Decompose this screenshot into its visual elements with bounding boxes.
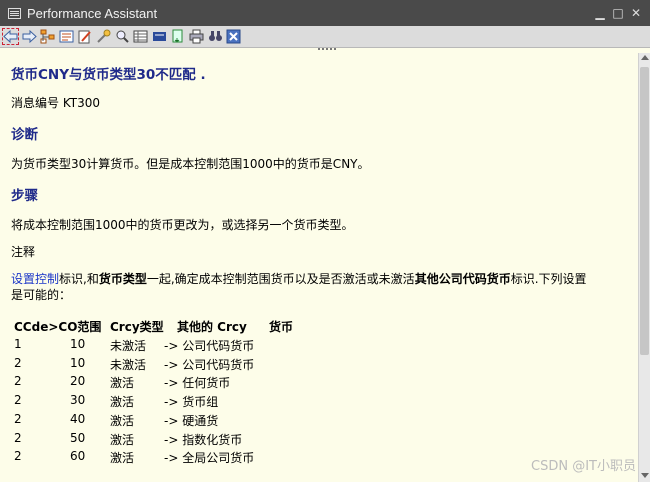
message-number: 消息编号 KT300 (11, 96, 100, 110)
table-cell: 10 (70, 337, 86, 351)
diagnosis-heading: 诊断 (11, 127, 38, 143)
toolbar (0, 26, 650, 48)
table-cell: 1 (14, 337, 22, 351)
table-cell: 未激活 (110, 357, 147, 372)
message-title: 货币CNY与货币类型30不匹配 . (11, 67, 206, 83)
resize-grip[interactable] (318, 48, 340, 52)
table-cell: 20 (70, 374, 86, 389)
binoculars-icon[interactable] (207, 28, 224, 45)
flag-icon[interactable] (151, 28, 168, 45)
settings-control-link[interactable]: 设置控制 (11, 272, 59, 286)
forward-arrow-icon[interactable] (21, 28, 38, 45)
title-bar: Performance Assistant ▁ □ ✕ (0, 0, 650, 26)
table-cell: 2 (14, 355, 22, 370)
document-icon[interactable] (169, 28, 186, 45)
table-cell: 40 (70, 411, 86, 426)
table-cell: 30 (70, 393, 86, 408)
close-window-button[interactable]: ✕ (630, 6, 642, 20)
tools-icon[interactable] (95, 28, 112, 45)
header-crcy-type: Crcy类型 (110, 320, 164, 334)
table-cell: 激活 (110, 451, 135, 466)
table-cell: 60 (70, 449, 86, 464)
table-cell: 2 (14, 411, 22, 426)
table-cell: 激活 (110, 413, 135, 428)
window-icon (8, 7, 21, 19)
table-cell: -> 指数化货币 (164, 432, 243, 447)
edit-icon[interactable] (76, 28, 93, 45)
table-cell: 激活 (110, 376, 135, 391)
vertical-scrollbar[interactable] (638, 53, 650, 482)
note-line-2: 是可能的： (11, 288, 72, 302)
table-cell: 2 (14, 430, 22, 445)
message-content: 货币CNY与货币类型30不匹配 . 消息编号 KT300 诊断 为货币类型30计… (0, 53, 638, 482)
table-cell: 2 (14, 393, 22, 408)
header-ccde-co: CCde>CO范围 (14, 320, 102, 334)
header-currency: 货币 (269, 320, 294, 334)
tree-icon[interactable] (58, 28, 75, 45)
scroll-thumb[interactable] (640, 67, 649, 355)
close-icon[interactable] (225, 28, 242, 45)
back-arrow-icon[interactable] (2, 28, 19, 45)
note-text-2: 一起,确定成本控制范围货币以及是否激活或未激活 (146, 272, 415, 286)
note-text-1: 标识,和 (59, 272, 99, 286)
table-cell: -> 公司代码货币 (164, 339, 255, 353)
note-bold-1: 货币类型 (98, 272, 147, 286)
search-icon[interactable] (114, 28, 131, 45)
table-cell: 2 (14, 374, 22, 389)
print-icon[interactable] (188, 28, 205, 45)
note-label: 注释 (11, 245, 36, 259)
table-cell: 2 (14, 449, 22, 464)
note-bold-2: 其他公司代码货币 (414, 272, 511, 286)
diagnosis-text: 为货币类型30计算货币。但是成本控制范围1000中的货币是CNY。 (11, 157, 370, 171)
structure-icon[interactable] (39, 28, 56, 45)
table-cell: 激活 (110, 395, 135, 410)
table-cell: -> 全局公司货币 (164, 451, 255, 466)
table-cell: 50 (70, 430, 86, 445)
steps-heading: 步骤 (11, 188, 38, 204)
table-cell: 10 (70, 355, 86, 370)
table-cell: -> 任何货币 (164, 376, 231, 391)
note-line-1: 设置控制标识,和货币类型一起,确定成本控制范围货币以及是否激活或未激活其他公司代… (11, 270, 587, 287)
watermark: CSDN @IT小职员 (531, 459, 636, 474)
table-cell: -> 货币组 (164, 395, 219, 410)
note-text-3: 标识.下列设置 (510, 272, 587, 286)
table-cell: 未激活 (110, 339, 147, 353)
minimize-button[interactable]: ▁ (594, 6, 606, 20)
scroll-up-icon[interactable] (641, 55, 649, 60)
table-cell: 激活 (110, 432, 135, 447)
table-cell: -> 硬通货 (164, 413, 219, 428)
table-cell: -> 公司代码货币 (164, 357, 255, 372)
scroll-down-icon[interactable] (641, 473, 649, 478)
maximize-button[interactable]: □ (612, 6, 624, 20)
table-icon[interactable] (132, 28, 149, 45)
window-title: Performance Assistant (27, 5, 158, 21)
steps-text: 将成本控制范围1000中的货币更改为，或选择另一个货币类型。 (11, 218, 354, 232)
header-other-crcy: 其他的 Crcy (177, 320, 247, 334)
